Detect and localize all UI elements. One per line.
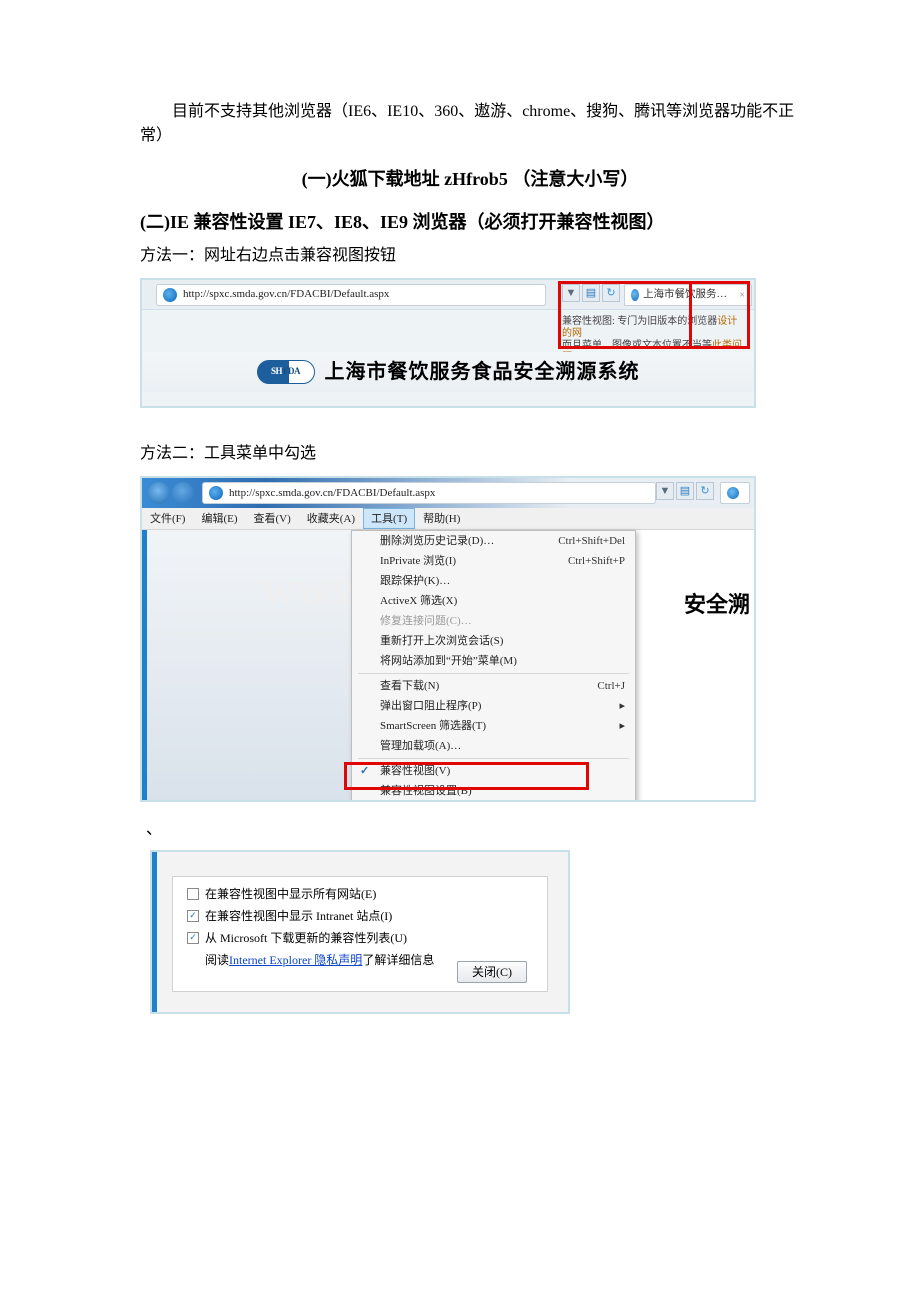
addr-right-controls: ▼ ▤ ↻ bbox=[656, 482, 754, 504]
checkbox-ms-list[interactable]: ✓ 从 Microsoft 下载更新的兼容性列表(U) bbox=[187, 929, 547, 947]
highlight-box bbox=[690, 281, 750, 349]
checkbox-icon[interactable]: ✓ bbox=[187, 932, 199, 944]
screenshot-tools-menu: WWW http://spxc.smda.gov.cn/FDACBI/Defau… bbox=[140, 476, 756, 802]
heading-ie-compat: (二)IE 兼容性设置 IE7、IE8、IE9 浏览器（必须打开兼容性视图） bbox=[140, 209, 800, 236]
partial-title-text: 安全溯 bbox=[684, 588, 750, 621]
screenshot-compat-dialog: 在兼容性视图中显示所有网站(E) ✓ 在兼容性视图中显示 Intranet 站点… bbox=[150, 850, 570, 1014]
menu-item: 修复连接问题(C)… bbox=[352, 611, 635, 631]
method2-label: 方法二：工具菜单中勾选 bbox=[140, 442, 800, 466]
url-text: http://spxc.smda.gov.cn/FDACBI/Default.a… bbox=[183, 286, 389, 303]
separator bbox=[358, 758, 629, 759]
menu-item[interactable]: 弹出窗口阻止程序(P)▸ bbox=[352, 696, 635, 716]
address-bar[interactable]: http://spxc.smda.gov.cn/FDACBI/Default.a… bbox=[202, 482, 656, 504]
back-button[interactable] bbox=[148, 482, 170, 504]
heading-firefox-download: (一)火狐下载地址 zHfrob5 （注意大小写） bbox=[140, 166, 800, 193]
url-text: http://spxc.smda.gov.cn/FDACBI/Default.a… bbox=[229, 485, 435, 502]
menu-tools[interactable]: 工具(T) bbox=[363, 508, 415, 529]
checkbox-icon[interactable]: ✓ bbox=[187, 910, 199, 922]
dropdown-icon[interactable]: ▼ bbox=[656, 482, 674, 500]
dialog-inner: 在兼容性视图中显示所有网站(E) ✓ 在兼容性视图中显示 Intranet 站点… bbox=[172, 876, 548, 992]
ie-icon bbox=[163, 288, 177, 302]
menu-favorites[interactable]: 收藏夹(A) bbox=[299, 508, 363, 529]
menu-file[interactable]: 文件(F) bbox=[142, 508, 193, 529]
checkbox-label: 在兼容性视图中显示所有网站(E) bbox=[205, 885, 376, 903]
window-frame-left bbox=[152, 852, 157, 1012]
menu-bar: 文件(F) 编辑(E) 查看(V) 收藏夹(A) 工具(T) 帮助(H) bbox=[142, 508, 754, 530]
chrome-top: http://spxc.smda.gov.cn/FDACBI/Default.a… bbox=[142, 478, 754, 508]
menu-item[interactable]: 将网站添加到“开始”菜单(M) bbox=[352, 651, 635, 671]
shfda-logo: SHFDA bbox=[257, 360, 315, 384]
menu-edit[interactable]: 编辑(E) bbox=[193, 508, 245, 529]
address-bar[interactable]: http://spxc.smda.gov.cn/FDACBI/Default.a… bbox=[156, 284, 546, 306]
menu-view[interactable]: 查看(V) bbox=[246, 508, 299, 529]
menu-item[interactable]: 重新打开上次浏览会话(S) bbox=[352, 631, 635, 651]
tools-dropdown: 删除浏览历史记录(D)…Ctrl+Shift+Del InPrivate 浏览(… bbox=[351, 530, 636, 802]
browser-tab[interactable] bbox=[720, 482, 750, 504]
checkbox-intranet[interactable]: ✓ 在兼容性视图中显示 Intranet 站点(I) bbox=[187, 907, 547, 925]
menu-item[interactable]: ActiveX 筛选(X) bbox=[352, 591, 635, 611]
forward-button[interactable] bbox=[172, 482, 194, 504]
screenshot-addrbar: http://spxc.smda.gov.cn/FDACBI/Default.a… bbox=[140, 278, 756, 408]
menu-item[interactable]: 查看下载(N)Ctrl+J bbox=[352, 676, 635, 696]
menu-help[interactable]: 帮助(H) bbox=[415, 508, 468, 529]
page-header: SHFDA 上海市餐饮服务食品安全溯源系统 bbox=[142, 352, 754, 392]
menu-item[interactable]: SmartScreen 筛选器(T)▸ bbox=[352, 716, 635, 736]
system-title: 上海市餐饮服务食品安全溯源系统 bbox=[325, 357, 640, 387]
checkbox-all-sites[interactable]: 在兼容性视图中显示所有网站(E) bbox=[187, 885, 547, 903]
menu-item[interactable]: 跟踪保护(K)… bbox=[352, 571, 635, 591]
checkbox-label: 在兼容性视图中显示 Intranet 站点(I) bbox=[205, 907, 392, 925]
checkbox-label: 从 Microsoft 下载更新的兼容性列表(U) bbox=[205, 929, 407, 947]
separator bbox=[358, 673, 629, 674]
menu-item[interactable]: 删除浏览历史记录(D)…Ctrl+Shift+Del bbox=[352, 531, 635, 551]
highlight-box bbox=[558, 281, 692, 349]
ie-icon bbox=[209, 486, 223, 500]
menu-item[interactable]: InPrivate 浏览(I)Ctrl+Shift+P bbox=[352, 551, 635, 571]
highlight-box bbox=[344, 762, 589, 790]
close-button[interactable]: 关闭(C) bbox=[457, 961, 527, 983]
compat-view-icon[interactable]: ▤ bbox=[676, 482, 694, 500]
privacy-link[interactable]: Internet Explorer 隐私声明 bbox=[229, 951, 362, 969]
checkbox-icon[interactable] bbox=[187, 888, 199, 900]
method1-label: 方法一：网址右边点击兼容视图按钮 bbox=[140, 244, 800, 268]
ie-icon bbox=[727, 487, 739, 499]
punct-mark: 、 bbox=[146, 818, 800, 842]
refresh-icon[interactable]: ↻ bbox=[696, 482, 714, 500]
menu-item[interactable]: 管理加载项(A)… bbox=[352, 736, 635, 756]
intro-paragraph: 目前不支持其他浏览器（IE6、IE10、360、遨游、chrome、搜狗、腾讯等… bbox=[140, 100, 800, 148]
